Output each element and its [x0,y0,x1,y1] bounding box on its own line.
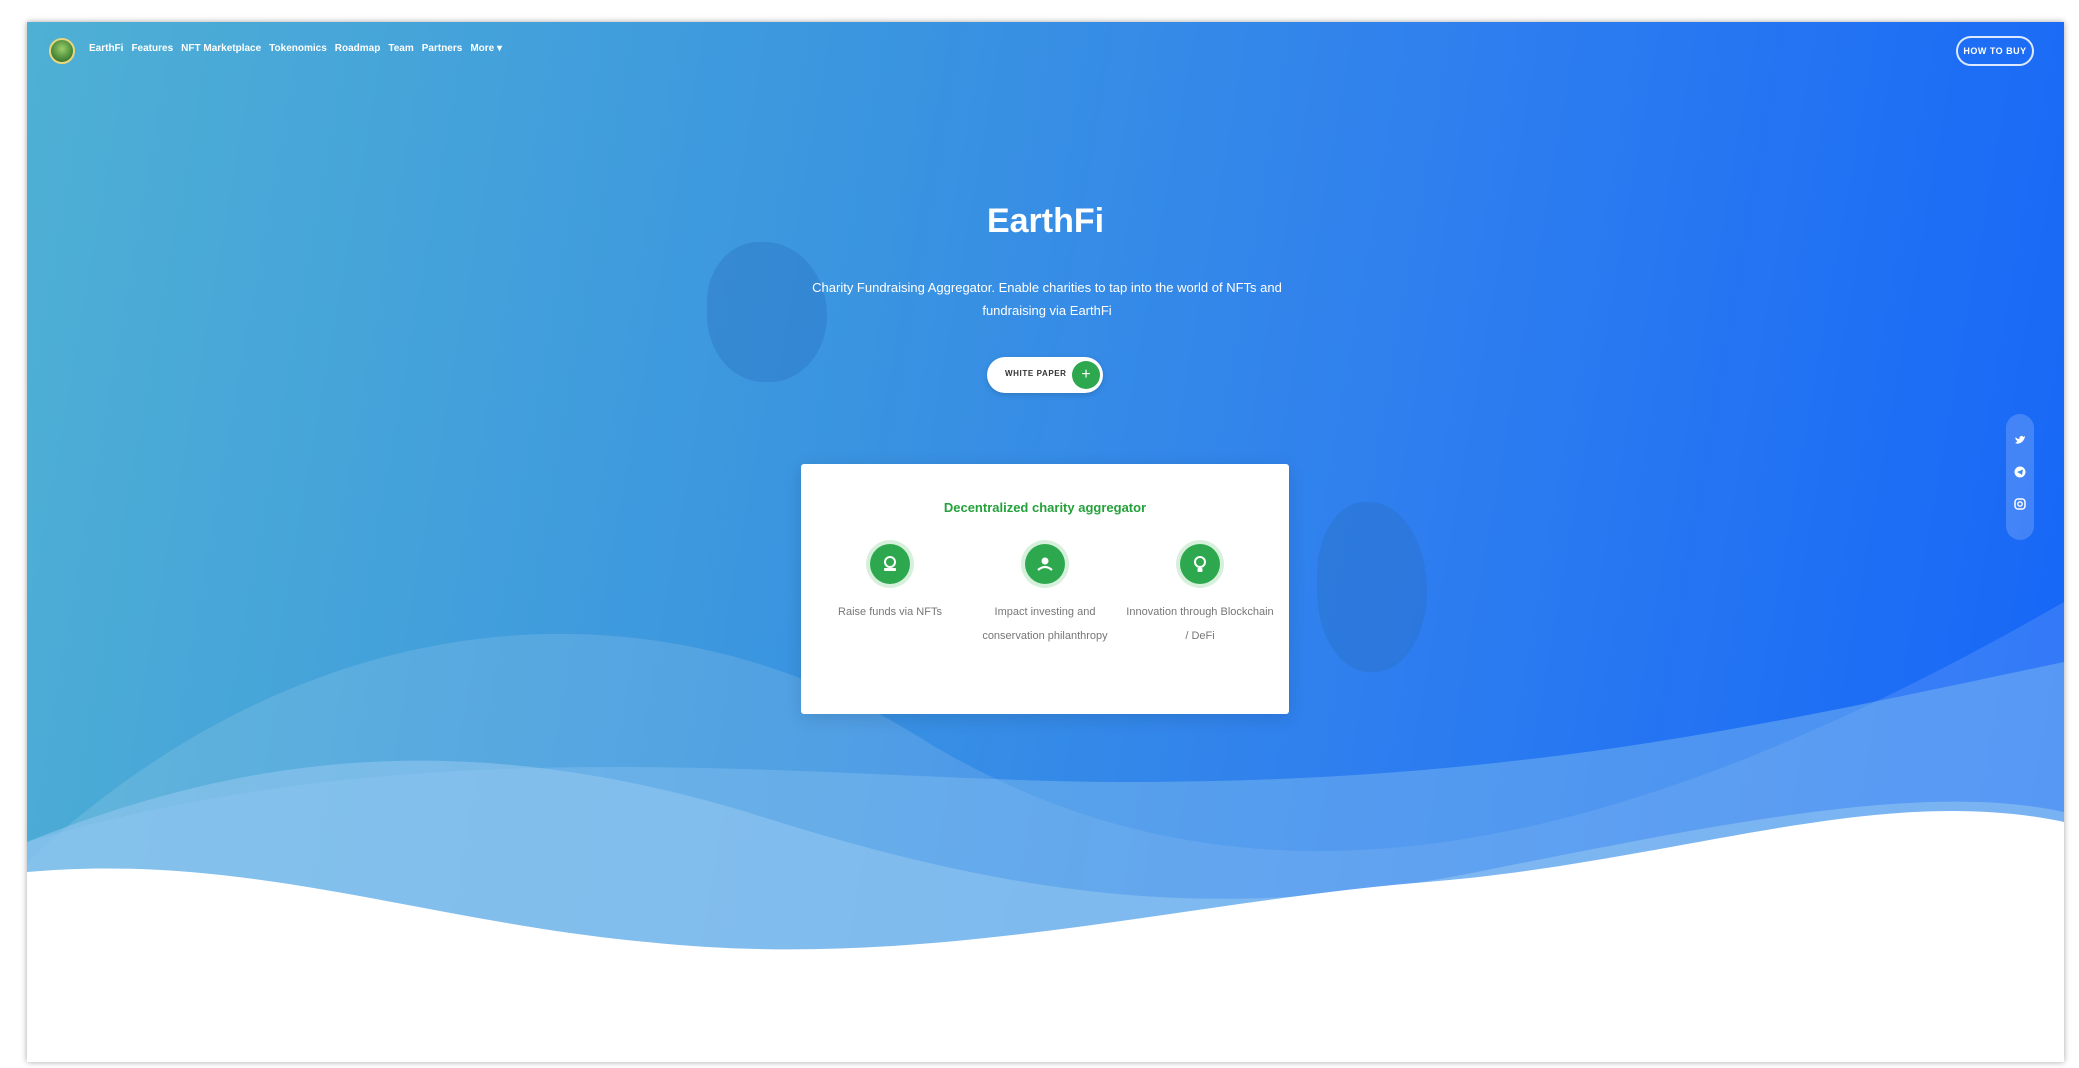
social-links-bar [2006,414,2034,540]
feature-label: Innovation through Blockchain / DeFi [1126,606,1274,642]
telegram-icon[interactable] [2006,466,2034,481]
top-navigation: EarthFi Features NFT Marketplace Tokenom… [27,22,2064,82]
nav-item-tokenomics[interactable]: Tokenomics [269,43,327,54]
feature-item: Innovation through Blockchain / DeFi [1125,544,1275,648]
nav-item-team[interactable]: Team [388,43,413,54]
feature-label: Impact investing and conservation philan… [982,606,1108,642]
nav-item-nft-marketplace[interactable]: NFT Marketplace [181,43,261,54]
white-paper-label: WHITE PAPER [1005,369,1067,378]
feature-card: Decentralized charity aggregator Raise f… [801,464,1289,714]
feature-label: Raise funds via NFTs [838,606,942,618]
feature-item: Raise funds via NFTs [815,544,965,624]
nav-item-features[interactable]: Features [131,43,173,54]
hand-heart-icon [1025,544,1065,584]
twitter-icon[interactable] [2006,434,2034,449]
plus-icon: + [1072,361,1100,389]
browser-viewport: EarthFi Features NFT Marketplace Tokenom… [27,22,2064,1062]
white-paper-button[interactable]: WHITE PAPER + [987,357,1103,393]
card-title: Decentralized charity aggregator [943,500,1147,515]
how-to-buy-button[interactable]: HOW TO BUY [1956,36,2034,66]
nav-item-more-dropdown[interactable]: More ▾ [470,43,502,54]
lightbulb-icon [1180,544,1220,584]
nav-item-roadmap[interactable]: Roadmap [335,43,381,54]
money-icon [870,544,910,584]
instagram-icon[interactable] [2006,498,2034,513]
hero-title: EarthFi [986,202,1105,240]
hero-section: EarthFi Features NFT Marketplace Tokenom… [27,22,2064,1062]
hero-subtitle: Charity Fundraising Aggregator. Enable c… [812,280,1282,318]
earthfi-logo[interactable] [49,38,75,64]
nav-links: EarthFi Features NFT Marketplace Tokenom… [89,43,502,54]
feature-item: Impact investing and conservation philan… [970,544,1120,648]
nav-item-earthfi[interactable]: EarthFi [89,43,123,54]
nav-item-partners[interactable]: Partners [422,43,463,54]
